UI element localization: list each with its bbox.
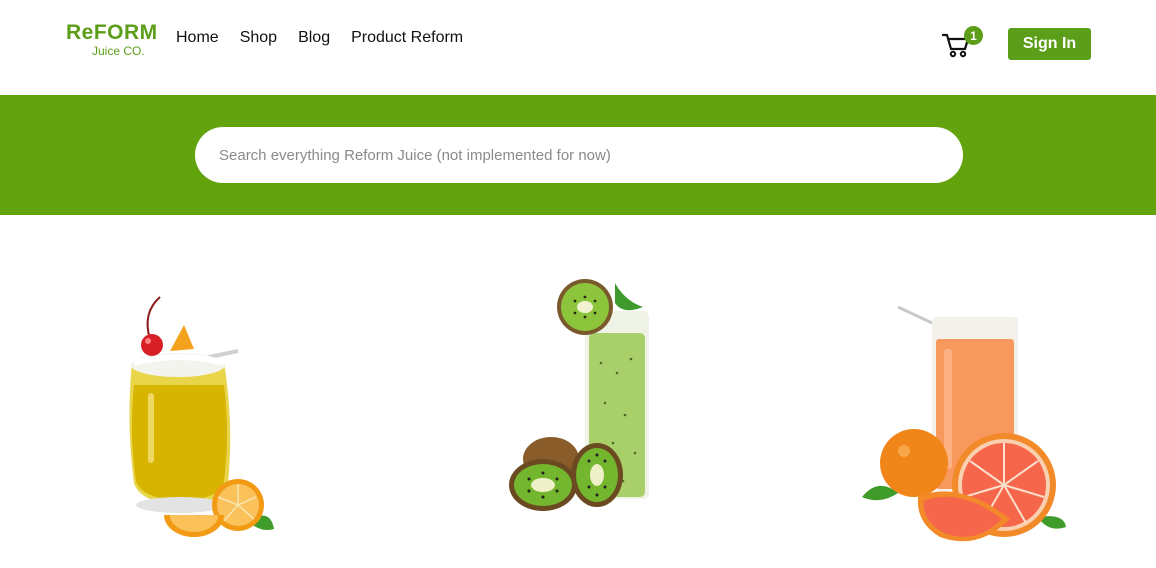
nav-link-blog[interactable]: Blog [298,28,330,48]
brand-tagline: Juice CO. [92,44,145,58]
main-nav: Home Shop Blog Product Reform [176,28,463,48]
product-orange-juice[interactable] [120,293,280,545]
kiwi-smoothie-image [509,279,649,511]
cart-button[interactable]: 1 [942,26,986,62]
cart-count-badge: 1 [964,26,983,45]
nav-link-shop[interactable]: Shop [240,28,277,48]
product-kiwi-smoothie[interactable] [505,273,655,515]
brand-logo[interactable]: ReFORM Juice CO. [66,22,158,60]
sign-in-button[interactable]: Sign In [1008,28,1091,60]
brand-name: ReFORM [66,21,158,44]
product-grapefruit-juice[interactable] [858,301,1068,545]
product-showcase [0,215,1156,568]
search-input[interactable] [195,127,963,183]
top-navbar: ReFORM Juice CO. Home Shop Blog Product … [0,0,1156,95]
search-band [0,95,1156,215]
nav-link-home[interactable]: Home [176,28,219,48]
nav-link-product-reform[interactable]: Product Reform [351,28,463,48]
grapefruit-juice-image [862,305,1066,542]
orange-juice-image [129,296,274,537]
